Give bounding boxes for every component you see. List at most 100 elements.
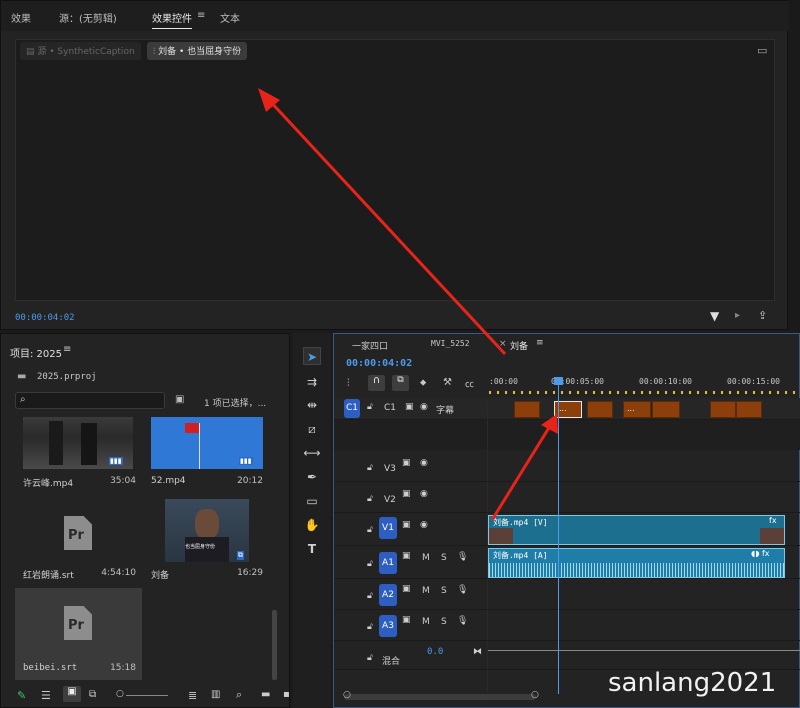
captions-icon[interactable]: ㏄ [465, 377, 474, 390]
list-view-icon[interactable]: ☰ [41, 689, 51, 702]
project-scrollbar[interactable] [272, 610, 277, 680]
source-crumb[interactable]: ▤ 源 • SyntheticCaption [20, 42, 141, 60]
zoom-slider-track[interactable] [126, 695, 168, 696]
export-icon[interactable]: ⇪ [758, 309, 767, 322]
thumb-52[interactable]: ▮▮▮ [151, 417, 263, 469]
new-item-icon[interactable]: ▪ [283, 689, 290, 700]
tab-source[interactable]: 源：(无剪辑) [59, 10, 117, 25]
sync-icon[interactable]: ▣ [402, 489, 411, 499]
close-tab-icon[interactable]: × [499, 339, 507, 349]
project-title[interactable]: 项目: 2025 [10, 345, 62, 360]
linked-selection-icon[interactable]: ⧉ [392, 375, 409, 391]
new-bin-bottom-icon[interactable]: ▬ [261, 689, 270, 700]
wrench-icon[interactable]: ⚒ [443, 377, 452, 388]
lock-icon[interactable]: 🔓︎ [367, 653, 373, 663]
seq-menu-icon[interactable]: ≡ [536, 338, 544, 348]
freeform-view-icon[interactable]: ⧉ [89, 689, 96, 700]
sync-icon[interactable]: ▣ [405, 402, 414, 412]
eye-icon[interactable]: ◉ [420, 489, 428, 499]
playhead-line[interactable] [558, 377, 559, 694]
find-icon[interactable]: ⌕ [236, 688, 242, 702]
pan-icon[interactable]: ⧓ [473, 647, 482, 657]
lock-icon[interactable]: 🔓︎ [367, 622, 373, 632]
selection-tool-icon[interactable]: ➤ [303, 347, 321, 365]
mix-value[interactable]: 0.0 [427, 647, 443, 657]
lock-icon[interactable]: 🔓︎ [367, 402, 373, 412]
lock-icon[interactable]: 🔓︎ [367, 591, 373, 601]
mute-button[interactable]: M [422, 586, 430, 596]
pen-tool-icon[interactable]: ✒ [303, 468, 321, 486]
hand-tool-icon[interactable]: ✋ [303, 516, 321, 534]
time-ruler[interactable]: :00:00 00:00:05:00 00:00:10:00 00:00:15:… [489, 371, 800, 401]
sync-icon[interactable]: ▣ [402, 615, 411, 625]
seq-tab-2[interactable]: MVI_5252 [431, 339, 470, 348]
solo-button[interactable]: S [441, 553, 447, 563]
lock-icon[interactable]: 🔓︎ [367, 559, 373, 569]
razor-icon[interactable]: ⧄ [303, 420, 321, 438]
thumb-xuyunfeng[interactable]: ▮▮▮ [23, 417, 133, 469]
ripple-edit-icon[interactable]: ⇹ [303, 396, 321, 414]
automate-icon[interactable]: ▥ [211, 689, 220, 700]
zoom-slider-handle[interactable]: ○ [116, 689, 124, 699]
add-marker-icon[interactable]: ⬥ [420, 378, 426, 388]
solo-button[interactable]: S [441, 586, 447, 596]
rectangle-tool-icon[interactable]: ▭ [303, 492, 321, 510]
nest-icon[interactable]: ⫶ [347, 378, 350, 389]
clip-crumb[interactable]: ⫶ 刘备 • 也当屈身守份 [147, 42, 248, 60]
lock-icon[interactable]: 🔓︎ [367, 525, 373, 535]
filter-icon[interactable]: ▼ [710, 309, 719, 323]
timeline-timecode[interactable]: 00:00:04:02 [346, 358, 412, 369]
audio-clip[interactable]: 刘备.mp4 [A] ◖◗ fx [488, 548, 785, 578]
lock-icon[interactable]: 🔓︎ [367, 463, 373, 473]
seq-tab-1[interactable]: 一家四口 [352, 339, 388, 352]
tab-effect-controls[interactable]: 效果控件 [152, 10, 192, 29]
project-menu-icon[interactable]: ≡ [63, 344, 71, 355]
caption-clip[interactable] [652, 401, 680, 418]
v1-target-badge[interactable]: V1 [379, 517, 397, 539]
caption-clip[interactable] [587, 401, 613, 418]
eye-icon[interactable]: ◉ [420, 458, 428, 468]
video-clip[interactable]: 刘备.mp4 [V] fx [488, 515, 785, 545]
caption-clip[interactable] [736, 401, 762, 418]
track-select-icon[interactable]: ⇉ [303, 373, 321, 391]
pencil-icon[interactable]: ✎ [17, 689, 26, 702]
sync-icon[interactable]: ▣ [402, 520, 411, 530]
srt-file-icon[interactable]: Pr [64, 516, 92, 550]
lock-icon[interactable]: 🔓︎ [367, 494, 373, 504]
slip-tool-icon[interactable]: ⟷ [303, 444, 321, 462]
project-search-input[interactable]: ⌕ [15, 392, 165, 409]
sync-icon[interactable]: ▣ [402, 584, 411, 594]
mute-button[interactable]: M [422, 553, 430, 563]
snap-icon[interactable]: ∩ [368, 375, 385, 391]
mic-icon[interactable]: 🎙︎ [457, 616, 468, 626]
a2-target-badge[interactable]: A2 [379, 584, 397, 606]
toggle-panel-icon[interactable]: ▭ [757, 44, 767, 57]
new-bin-icon[interactable]: ▣ [175, 394, 184, 405]
play-audio-icon[interactable]: ▸ [735, 310, 740, 321]
scroll-handle-right[interactable]: ○ [531, 690, 539, 700]
tab-text[interactable]: 文本 [220, 10, 240, 25]
seq-tab-3[interactable]: 刘备 [510, 339, 528, 352]
eye-icon[interactable]: ◉ [420, 402, 428, 412]
mix-volume-line[interactable] [488, 650, 800, 651]
ec-timecode[interactable]: 00:00:04:02 [15, 313, 75, 323]
mic-icon[interactable]: 🎙︎ [457, 552, 468, 562]
icon-view-icon[interactable]: ▣ [63, 686, 81, 702]
sync-icon[interactable]: ▣ [402, 458, 411, 468]
mic-icon[interactable]: 🎙︎ [457, 585, 468, 595]
solo-button[interactable]: S [441, 617, 447, 627]
sort-icon[interactable]: ≣ [188, 689, 197, 702]
mute-button[interactable]: M [422, 617, 430, 627]
c1-target-badge[interactable]: C1 [344, 399, 360, 418]
a3-target-badge[interactable]: A3 [379, 615, 397, 637]
caption-clip[interactable]: ... [623, 401, 651, 418]
caption-clip[interactable] [710, 401, 736, 418]
a1-target-badge[interactable]: A1 [379, 552, 397, 574]
timeline-scrollbar[interactable] [344, 694, 536, 700]
scroll-handle-left[interactable]: ○ [343, 690, 351, 700]
tab-effects[interactable]: 效果 [11, 10, 31, 25]
sync-icon[interactable]: ▣ [402, 551, 411, 561]
eye-icon[interactable]: ◉ [420, 520, 428, 530]
type-tool-icon[interactable]: T [303, 540, 321, 558]
panel-menu-icon[interactable]: ≡ [197, 10, 205, 21]
